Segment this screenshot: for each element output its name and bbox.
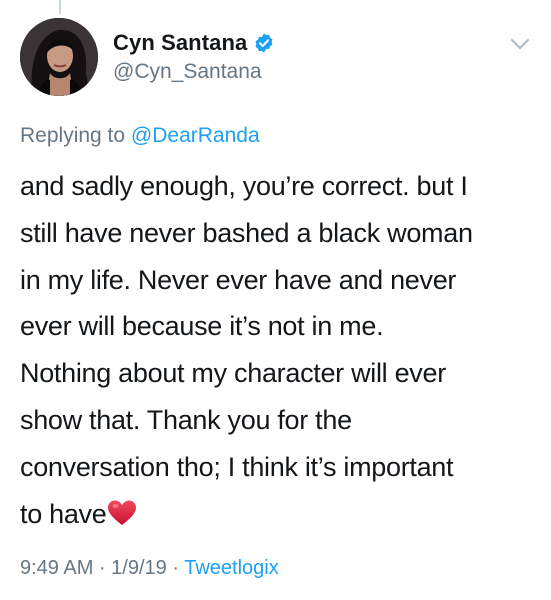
avatar-photo <box>20 18 98 96</box>
tweet-time[interactable]: 9:49 AM <box>20 557 93 579</box>
tweet-text-line: still have never bashed a black woman <box>20 217 473 248</box>
replying-to-user-link[interactable]: @DearRanda <box>131 124 260 147</box>
heart-emoji-icon <box>107 495 137 525</box>
author-handle[interactable]: @Cyn_Santana <box>113 60 262 84</box>
tweet-text-line: show that. Thank you for the <box>20 404 352 435</box>
tweet-text-line: and sadly enough, you’re correct. but I <box>20 171 468 201</box>
tweet-text-line: Nothing about my character will ever <box>20 358 446 389</box>
tweet-metadata: 9:49 AM · 1/9/19 · Tweetlogix <box>20 557 279 580</box>
tweet-date[interactable]: 1/9/19 <box>111 557 167 579</box>
tweet-text-line: to have <box>20 498 107 529</box>
tweet-card: Cyn Santana @Cyn_Santana Replying to @De… <box>0 0 551 600</box>
replying-to-line: Replying to @DearRanda <box>20 124 260 148</box>
chevron-down-icon[interactable] <box>508 36 532 52</box>
verified-badge-icon <box>253 32 275 54</box>
author-display-name[interactable]: Cyn Santana <box>113 30 247 56</box>
avatar[interactable] <box>20 18 98 96</box>
tweet-text-line: conversation tho; I think it’s important <box>20 451 454 482</box>
tweet-text: and sadly enough, you’re correct. but I … <box>20 163 535 537</box>
tweet-text-line: in my life. Never ever have and never <box>20 264 457 295</box>
author-name-row: Cyn Santana <box>113 30 275 56</box>
replying-to-label: Replying to <box>20 124 126 147</box>
tweet-text-last-line: to have <box>20 491 535 538</box>
tweet-text-line: ever will because it’s not in me. <box>20 311 384 342</box>
tweet-source-app-link[interactable]: Tweetlogix <box>184 557 279 579</box>
meta-separator: · <box>166 557 185 579</box>
meta-separator: · <box>93 557 112 579</box>
